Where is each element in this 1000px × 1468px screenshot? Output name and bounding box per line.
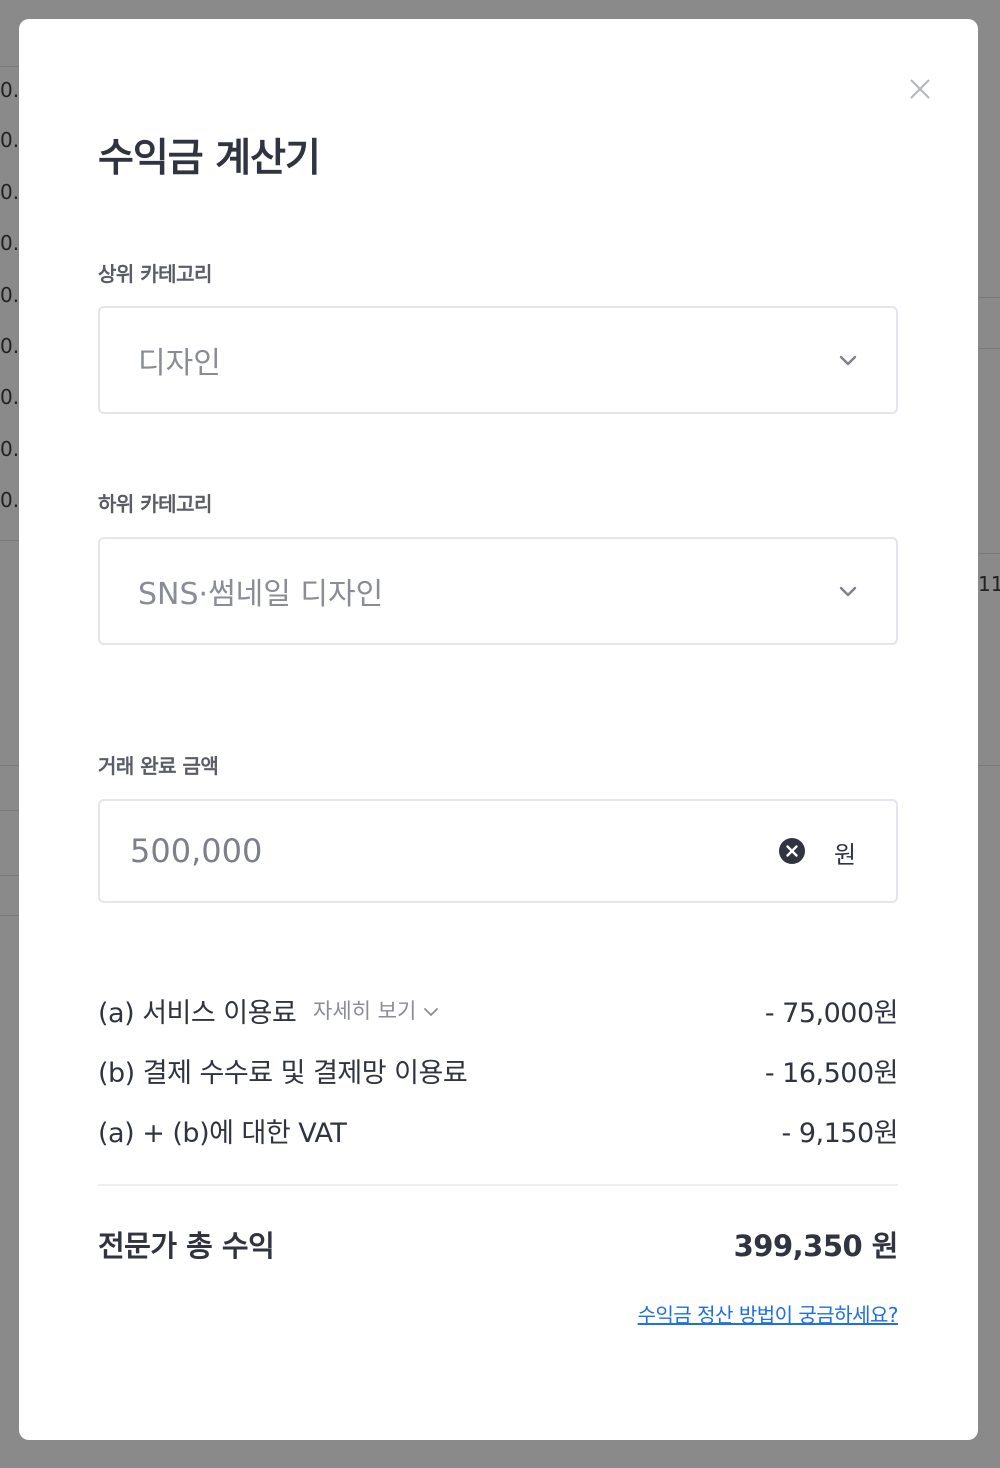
background-divider	[978, 348, 1000, 349]
fee-label: (a) + (b)에 대한 VAT	[98, 1118, 347, 1149]
fee-row: (b) 결제 수수료 및 결제망 이용료 - 16,500원	[98, 1051, 899, 1091]
fee-row: (a) 서비스 이용료 자세히 보기 - 75,000원	[98, 991, 899, 1031]
background-text: 0.	[0, 437, 20, 461]
sub-category-label: 하위 카테고리	[98, 492, 212, 516]
background-text: 0.	[0, 385, 20, 409]
fee-value: - 9,150원	[781, 1118, 899, 1149]
background-divider	[0, 810, 20, 811]
fee-label: (a) 서비스 이용료	[98, 998, 297, 1029]
sub-category-value: SNS·썸네일 디자인	[138, 577, 384, 612]
background-text: 0.	[0, 283, 20, 307]
background-divider	[0, 875, 20, 876]
clear-icon	[779, 838, 805, 864]
background-divider	[0, 66, 20, 67]
background-divider	[978, 297, 1000, 298]
background-divider	[0, 915, 20, 916]
background-divider	[0, 540, 20, 541]
modal-title: 수익금 계산기	[98, 136, 321, 181]
chevron-down-icon	[839, 586, 857, 597]
parent-category-value: 디자인	[138, 346, 221, 381]
amount-field: 원	[98, 799, 898, 903]
chevron-down-icon	[839, 355, 857, 366]
background-text: 0.	[0, 180, 20, 204]
background-text: 0.	[0, 488, 20, 512]
revenue-calculator-modal: 수익금 계산기 상위 카테고리 디자인 하위 카테고리 SNS·썸네일 디자인 …	[19, 19, 978, 1440]
background-divider	[978, 765, 1000, 766]
amount-label: 거래 완료 금액	[98, 754, 219, 778]
close-icon	[910, 79, 930, 99]
details-toggle[interactable]: 자세히 보기	[313, 995, 440, 1025]
total-label: 전문가 총 수익	[98, 1229, 275, 1263]
fee-value: - 75,000원	[764, 998, 899, 1029]
background-divider	[0, 765, 20, 766]
total-value: 399,350 원	[733, 1229, 899, 1263]
background-text: 0.	[0, 231, 20, 255]
sub-category-select[interactable]: SNS·썸네일 디자인	[98, 537, 898, 645]
background-divider	[978, 553, 1000, 554]
background-text: 0.	[0, 78, 20, 102]
details-toggle-label: 자세히 보기	[313, 999, 417, 1023]
fee-value: - 16,500원	[764, 1058, 899, 1089]
fee-label: (b) 결제 수수료 및 결제망 이용료	[98, 1058, 468, 1089]
amount-input[interactable]	[130, 825, 730, 877]
close-button[interactable]	[905, 74, 935, 104]
fee-row: (a) + (b)에 대한 VAT - 9,150원	[98, 1111, 899, 1151]
background-text: 0.	[0, 334, 20, 358]
parent-category-label: 상위 카테고리	[98, 262, 212, 286]
parent-category-select[interactable]: 디자인	[98, 306, 898, 414]
clear-button[interactable]	[778, 837, 806, 865]
background-text: 0.	[0, 128, 20, 152]
background-text: 11	[978, 572, 1000, 596]
chevron-down-icon	[424, 1008, 439, 1016]
currency-unit: 원	[834, 841, 857, 869]
settlement-help-link[interactable]: 수익금 정산 방법이 궁금하세요?	[638, 1299, 899, 1328]
divider	[98, 1184, 898, 1186]
